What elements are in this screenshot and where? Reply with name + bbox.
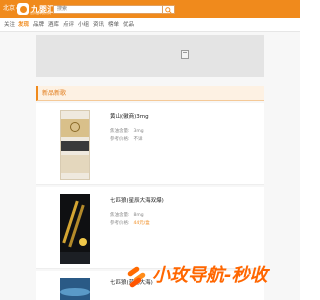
tar-spec: 焦油含量: 3mg [110,129,144,135]
product-image[interactable] [60,110,90,180]
nav-item-ranking[interactable]: 榜单 [108,22,119,29]
nav-item-discover[interactable]: 发现 [18,22,29,29]
tar-label: 焦油含量: [110,213,130,218]
nav-item-follow[interactable]: 关注 [4,22,15,29]
top-header: 北京▾ 九婴汇 世界烟草资讯网 搜索 [0,0,300,18]
nav-item-premium[interactable]: 优品 [123,22,134,29]
price-label: 参考价格: [110,137,130,142]
price-value: 44元/盒 [133,221,150,226]
product-name[interactable]: 黄山(徽商)3mg [110,114,149,121]
price-spec: 参考价格: 44元/盒 [110,221,150,227]
broken-image-icon [181,50,189,59]
tar-label: 焦油含量: [110,129,130,134]
product-name[interactable]: 七匹狼(星辰大海双爆) [110,198,164,205]
price-label: 参考价格: [110,221,130,226]
product-image[interactable] [60,194,90,264]
main-nav: 关注 发现 品牌 酒库 点评 小组 资讯 榜单 优品 [0,18,300,32]
nav-item-group[interactable]: 小组 [78,22,89,29]
price-value: 不详 [133,137,143,142]
nav-item-cellar[interactable]: 酒库 [48,22,59,29]
product-card[interactable]: 黄山(徽商)3mg 焦油含量: 3mg 参考价格: 不详 [36,103,264,185]
tar-value: 8mg [133,213,144,218]
product-image[interactable] [60,278,90,300]
nav-item-news[interactable]: 资讯 [93,22,104,29]
section-header: 新品新歌 [36,86,264,101]
watermark-text: 小玫导航-秒收 [152,265,268,286]
logo-subtitle: 世界烟草资讯网 [30,11,52,15]
product-card[interactable]: 七匹狼(星辰大海双爆) 焦油含量: 8mg 参考价格: 44元/盒 [36,187,264,269]
banner-image[interactable] [36,35,264,77]
nav-item-review[interactable]: 点评 [63,22,74,29]
logo-icon [17,3,29,15]
search-button[interactable] [163,5,175,14]
tar-spec: 焦油含量: 8mg [110,213,144,219]
watermark-overlay: 小玫导航-秒收 [126,262,267,290]
search-input[interactable]: 搜索 [53,5,163,14]
search-icon [165,7,172,14]
app-page: 北京▾ 九婴汇 世界烟草资讯网 搜索 关注 发现 品牌 酒库 点评 小组 资讯 … [0,0,300,300]
price-spec: 参考价格: 不详 [110,137,143,143]
section-title: 新品新歌 [42,90,67,97]
nav-item-brand[interactable]: 品牌 [33,22,44,29]
tar-value: 3mg [133,129,144,134]
watermark-logo-icon [126,264,150,289]
city-label: 北京 [3,5,16,12]
